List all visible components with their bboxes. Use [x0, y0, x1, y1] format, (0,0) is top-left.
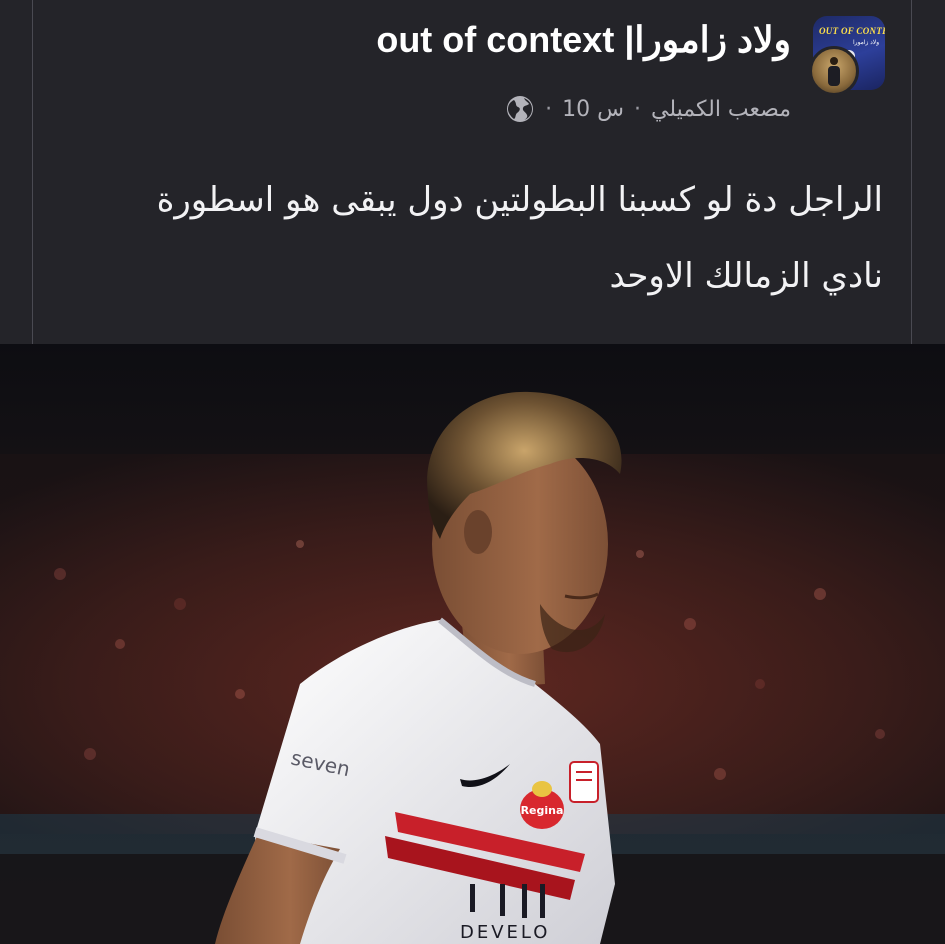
group-avatar-sublabel: ولاد زامورا: [853, 40, 880, 46]
group-title[interactable]: ولاد زامورا| out of context: [376, 16, 791, 64]
football-player-photo: Regina seven DEVELO: [0, 344, 945, 944]
post-photo[interactable]: Regina seven DEVELO: [0, 344, 945, 944]
post-meta: مصعب الكميلي · 10 س ·: [505, 94, 791, 124]
post-text: الراجل دة لو كسبنا البطولتين دول يبقى هو…: [156, 180, 883, 296]
avatar-stack[interactable]: OUT OF CONTEXT ولاد زامورا: [809, 14, 885, 96]
author-avatar-body: [828, 66, 840, 86]
author-avatar[interactable]: [809, 46, 859, 96]
jersey-sponsor-label: Regina: [521, 804, 564, 817]
group-avatar-label: OUT OF CONTEXT: [819, 26, 885, 36]
post-header: OUT OF CONTEXT ولاد زامورا ولاد زامورا| …: [376, 14, 885, 122]
author-name[interactable]: مصعب الكميلي: [651, 97, 791, 122]
post-time[interactable]: 10 س: [562, 97, 624, 122]
globe-icon: [505, 94, 535, 124]
meta-separator: ·: [633, 96, 641, 122]
jersey-front-label: DEVELO: [460, 922, 550, 943]
author-avatar-head: [830, 57, 838, 65]
post-card: OUT OF CONTEXT ولاد زامورا ولاد زامورا| …: [0, 0, 945, 344]
meta-separator: ·: [545, 96, 553, 122]
post-title-block: ولاد زامورا| out of context مصعب الكميلي…: [376, 14, 791, 124]
